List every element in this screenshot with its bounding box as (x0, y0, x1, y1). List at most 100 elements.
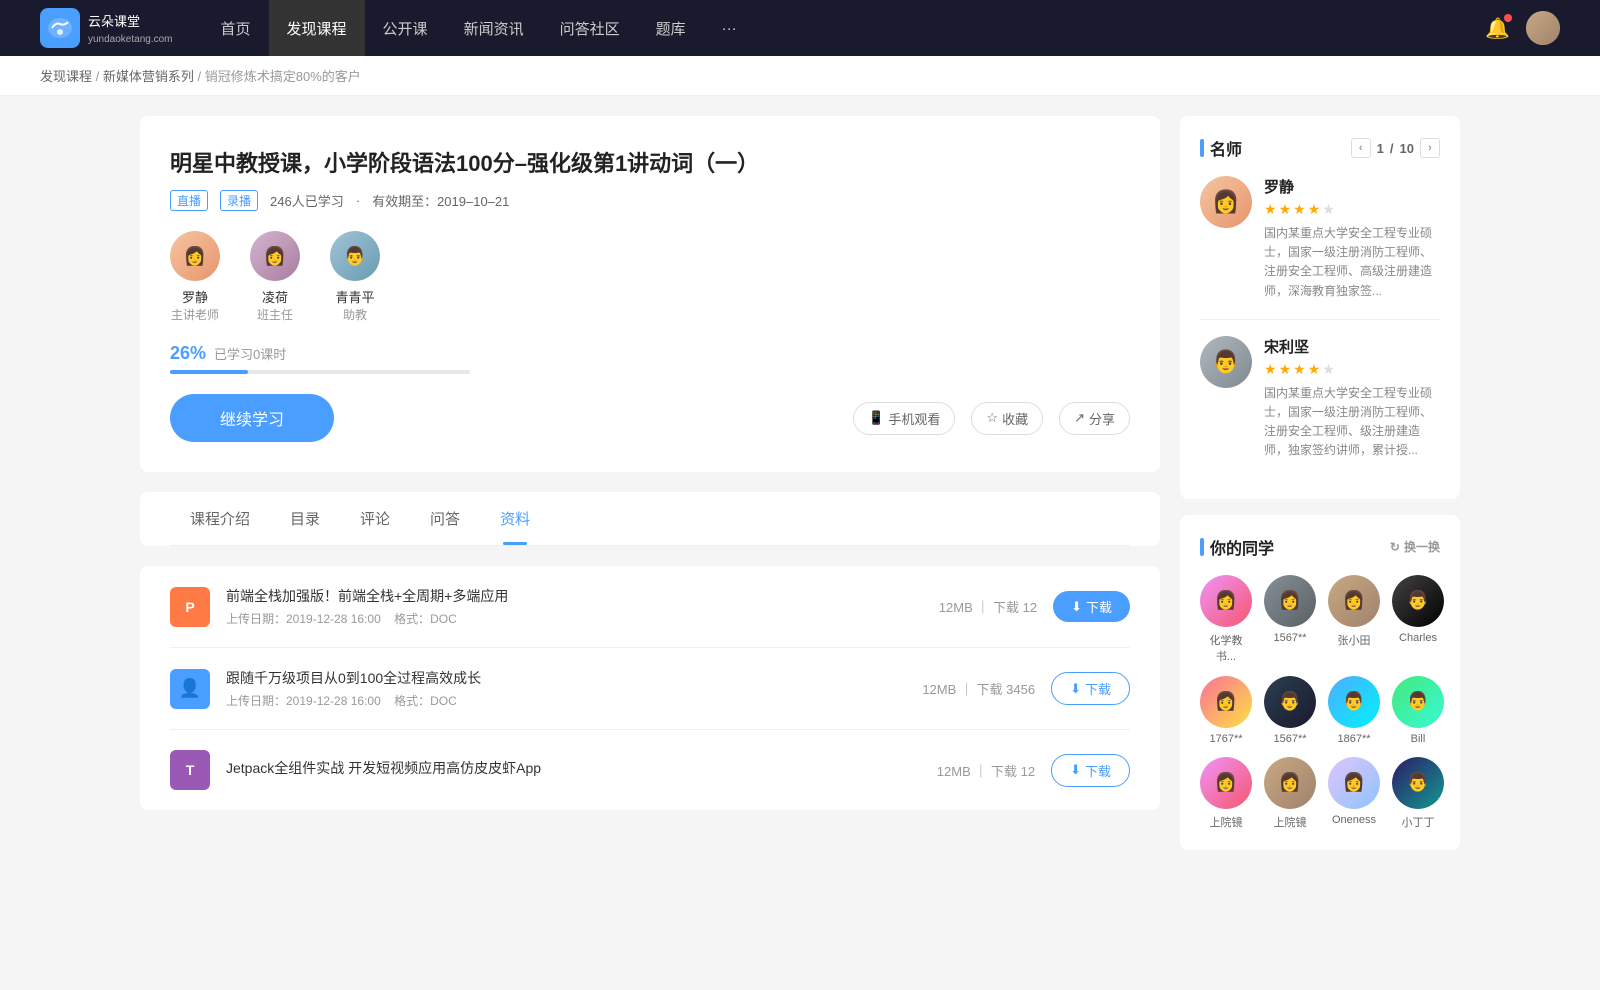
share-button[interactable]: ↗ 分享 (1059, 402, 1130, 435)
nav-quiz[interactable]: 题库 (638, 0, 704, 56)
classmate-8[interactable]: 👩 上院镜 (1200, 757, 1252, 830)
tab-catalog[interactable]: 目录 (270, 492, 340, 545)
sidebar-teacher-desc-0: 国内某重点大学安全工程专业硕士，国家一级注册消防工程师、注册安全工程师、高级注册… (1264, 224, 1440, 301)
teacher-name-0: 罗静 (171, 287, 219, 306)
classmates-header: 你的同学 ↻ 换一换 (1200, 535, 1440, 559)
classmate-11[interactable]: 👨 小丁丁 (1392, 757, 1444, 830)
refresh-icon: ↻ (1390, 540, 1400, 554)
pager-next[interactable]: › (1420, 138, 1440, 158)
download-button-0[interactable]: ⬇ 下载 (1053, 591, 1130, 622)
nav-open[interactable]: 公开课 (365, 0, 446, 56)
star-2b: ★ (1279, 361, 1292, 378)
teacher-role-1: 班主任 (257, 306, 293, 323)
tab-intro[interactable]: 课程介绍 (170, 492, 270, 545)
breadcrumb-series[interactable]: 新媒体营销系列 (103, 69, 194, 84)
classmate-5[interactable]: 👨 1567** (1264, 676, 1316, 745)
breadcrumb: 发现课程 / 新媒体营销系列 / 销冠修炼术搞定80%的客户 (0, 56, 1600, 96)
tab-qa[interactable]: 问答 (410, 492, 480, 545)
continue-button[interactable]: 继续学习 (170, 394, 334, 442)
progress-bar-fill (170, 370, 248, 374)
nav-qa[interactable]: 问答社区 (542, 0, 638, 56)
sidebar-teacher-avatar-0: 👩 (1200, 176, 1252, 228)
resource-icon-0: P (170, 587, 210, 627)
sidebar-right: 名师 ‹ 1/10 › 👩 罗静 ★ ★ ★ (1180, 116, 1460, 866)
progress-bar-bg (170, 370, 470, 374)
nav-right: 🔔 (1485, 11, 1560, 45)
download-button-1[interactable]: ⬇ 下载 (1051, 672, 1130, 705)
sidebar-teacher-name-1: 宋利坚 (1264, 336, 1440, 357)
course-actions: 继续学习 📱 手机观看 ☆ 收藏 ↗ 分享 (170, 394, 1130, 442)
teacher-role-0: 主讲老师 (171, 306, 219, 323)
classmate-9[interactable]: 👩 上院镜 (1264, 757, 1316, 830)
refresh-label: 换一换 (1404, 538, 1440, 555)
resource-icon-2: T (170, 750, 210, 790)
nav-more[interactable]: ··· (704, 0, 755, 56)
phone-watch-button[interactable]: 📱 手机观看 (853, 402, 955, 435)
resource-info-0: 前端全栈加强版！前端全栈+全周期+多端应用 上传日期：2019-12-28 16… (226, 586, 923, 627)
share-label: 分享 (1089, 409, 1115, 428)
classmate-avatar-5: 👨 (1264, 676, 1316, 728)
phone-watch-label: 手机观看 (888, 409, 940, 428)
classmate-avatar-11: 👨 (1392, 757, 1444, 809)
star-4b: ★ (1308, 361, 1321, 378)
content-left: 明星中教授课，小学阶段语法100分–强化级第1讲动词（一） 直播 录播 246人… (140, 116, 1160, 866)
divider-0 (1200, 319, 1440, 320)
phone-icon: 📱 (868, 410, 884, 426)
pager-prev[interactable]: ‹ (1351, 138, 1371, 158)
collect-button[interactable]: ☆ 收藏 (971, 402, 1043, 435)
teacher-info-2: 青青平 助教 (335, 287, 374, 323)
user-avatar[interactable] (1526, 11, 1560, 45)
student-count: 246人已学习 (270, 191, 344, 210)
classmate-4[interactable]: 👩 1767** (1200, 676, 1252, 745)
classmate-name-8: 上院镜 (1210, 814, 1243, 830)
logo[interactable]: 云朵课堂yundaoketang.com (40, 8, 173, 48)
nav-news[interactable]: 新闻资讯 (446, 0, 542, 56)
classmate-0[interactable]: 👩 化学教书... (1200, 575, 1252, 664)
star-3: ★ (1293, 201, 1306, 218)
classmate-6[interactable]: 👨 1867** (1328, 676, 1380, 745)
classmate-avatar-7: 👨 (1392, 676, 1444, 728)
navbar: 云朵课堂yundaoketang.com 首页 发现课程 公开课 新闻资讯 问答… (0, 0, 1600, 56)
star-3b: ★ (1293, 361, 1306, 378)
breadcrumb-discover[interactable]: 发现课程 (40, 69, 92, 84)
star-5b: ★ (1322, 361, 1335, 378)
refresh-button[interactable]: ↻ 换一换 (1390, 538, 1440, 555)
classmate-avatar-10: 👩 (1328, 757, 1380, 809)
tabs-nav: 课程介绍 目录 评论 问答 资料 (170, 492, 1130, 546)
teachers-title-label: 名师 (1210, 136, 1242, 160)
breadcrumb-sep1: / (96, 69, 103, 84)
classmate-7[interactable]: 👨 Bill (1392, 676, 1444, 745)
resource-meta-1: 上传日期：2019-12-28 16:00 格式：DOC (226, 692, 906, 709)
classmate-10[interactable]: 👩 Oneness (1328, 757, 1380, 830)
teacher-name-2: 青青平 (335, 287, 374, 306)
progress-label: 26% 已学习0课时 (170, 343, 1130, 364)
resource-title-2: Jetpack全组件实战 开发短视频应用高仿皮皮虾App (226, 758, 921, 778)
nav-items: 首页 发现课程 公开课 新闻资讯 问答社区 题库 ··· (203, 0, 1486, 56)
classmate-name-0: 化学教书... (1200, 632, 1252, 664)
classmate-name-7: Bill (1411, 733, 1426, 745)
resource-info-2: Jetpack全组件实战 开发短视频应用高仿皮皮虾App (226, 758, 921, 782)
progress-pct: 26% (170, 343, 206, 364)
sidebar-teacher-info-0: 罗静 ★ ★ ★ ★ ★ 国内某重点大学安全工程专业硕士，国家一级注册消防工程师… (1264, 176, 1440, 301)
notification-badge (1504, 14, 1512, 22)
action-btns: 📱 手机观看 ☆ 收藏 ↗ 分享 (853, 402, 1130, 435)
teacher-avatar-2: 👨 (330, 231, 380, 281)
download-button-2[interactable]: ⬇ 下载 (1051, 754, 1130, 787)
collect-label: 收藏 (1002, 409, 1028, 428)
tab-resources[interactable]: 资料 (480, 492, 550, 545)
pager: ‹ 1/10 › (1351, 138, 1440, 158)
bell-icon[interactable]: 🔔 (1485, 16, 1510, 41)
classmate-3[interactable]: 👨 Charles (1392, 575, 1444, 664)
classmate-2[interactable]: 👩 张小田 (1328, 575, 1380, 664)
tab-review[interactable]: 评论 (340, 492, 410, 545)
badge-record: 录播 (220, 190, 258, 211)
classmate-name-4: 1767** (1209, 733, 1242, 745)
breadcrumb-sep2: / (198, 69, 205, 84)
nav-home[interactable]: 首页 (203, 0, 269, 56)
classmate-avatar-6: 👨 (1328, 676, 1380, 728)
valid-until: 有效期至：2019–10–21 (372, 191, 509, 210)
nav-discover[interactable]: 发现课程 (269, 0, 365, 56)
classmate-1[interactable]: 👩 1567** (1264, 575, 1316, 664)
course-title: 明星中教授课，小学阶段语法100分–强化级第1讲动词（一） (170, 146, 1130, 178)
classmates-title-bar (1200, 538, 1204, 556)
